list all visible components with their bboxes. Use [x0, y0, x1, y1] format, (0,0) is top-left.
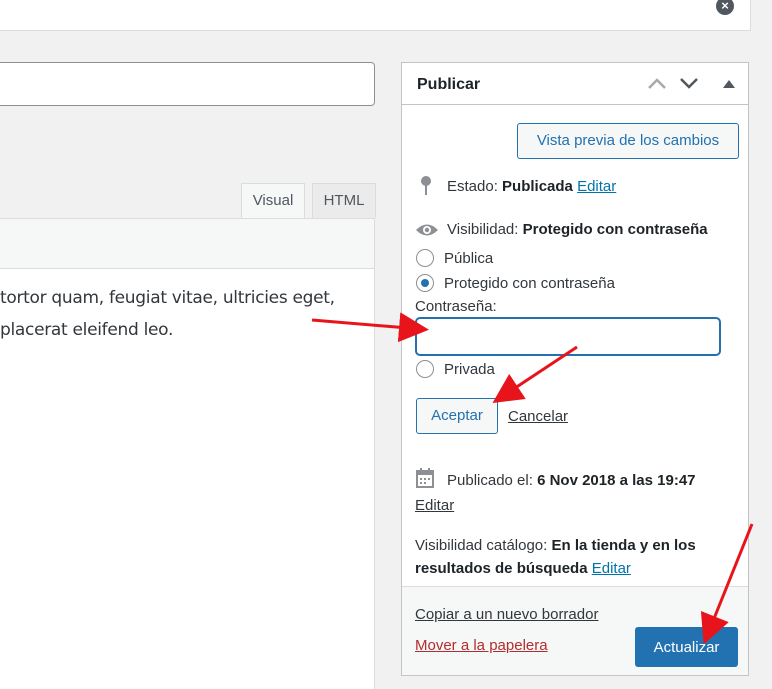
- radio-password-label[interactable]: Protegido con contraseña: [444, 275, 615, 292]
- editor-text-line: tortor quam, feugiat vitae, ultricies eg…: [0, 288, 335, 308]
- chevron-down-icon[interactable]: [679, 76, 699, 90]
- published-row: Publicado el: 6 Nov 2018 a las 19:47: [447, 472, 696, 489]
- cancel-link[interactable]: Cancelar: [508, 408, 568, 425]
- published-label: Publicado el:: [447, 472, 533, 489]
- copy-draft-link[interactable]: Copiar a un nuevo borrador: [415, 606, 598, 623]
- catalog-label: Visibilidad catálogo:: [415, 537, 548, 554]
- update-button[interactable]: Actualizar: [635, 627, 738, 667]
- published-edit-link[interactable]: Editar: [415, 497, 454, 514]
- status-label: Estado:: [447, 178, 498, 195]
- close-icon[interactable]: ×: [716, 0, 734, 15]
- visibility-row: Visibilidad: Protegido con contraseña: [447, 221, 708, 238]
- calendar-icon: [416, 468, 434, 488]
- pin-icon: [421, 176, 431, 195]
- publish-header: Publicar: [402, 63, 748, 105]
- collapse-toggle-icon[interactable]: [723, 79, 735, 88]
- radio-public[interactable]: [416, 249, 434, 267]
- visibility-label: Visibilidad:: [447, 221, 519, 238]
- accept-button[interactable]: Aceptar: [416, 398, 498, 434]
- password-input[interactable]: [416, 318, 720, 355]
- published-value: 6 Nov 2018 a las 19:47: [537, 472, 696, 489]
- top-notice-box: ×: [0, 0, 751, 31]
- publish-title: Publicar: [417, 76, 481, 93]
- preview-changes-button[interactable]: Vista previa de los cambios: [517, 123, 739, 159]
- catalog-value-line2: resultados de búsqueda: [415, 560, 588, 577]
- tab-html[interactable]: HTML: [312, 183, 376, 218]
- editor-text-line: placerat eleifend leo.: [0, 320, 174, 340]
- radio-password[interactable]: [416, 274, 434, 292]
- move-to-trash-link[interactable]: Mover a la papelera: [415, 637, 548, 654]
- title-input[interactable]: [0, 62, 375, 106]
- status-row: Estado: Publicada Editar: [447, 178, 616, 195]
- password-label: Contraseña:: [415, 298, 497, 315]
- status-value: Publicada: [502, 178, 573, 195]
- status-edit-link[interactable]: Editar: [577, 178, 616, 195]
- catalog-edit-link[interactable]: Editar: [592, 560, 631, 577]
- chevron-up-icon[interactable]: [647, 76, 667, 90]
- editor-toolbar: [0, 218, 375, 269]
- eye-icon: [416, 224, 438, 236]
- catalog-value-line1: En la tienda y en los: [551, 537, 696, 554]
- publish-footer: Copiar a un nuevo borrador Mover a la pa…: [402, 586, 748, 675]
- tab-visual[interactable]: Visual: [241, 183, 305, 218]
- catalog-row-line1: Visibilidad catálogo: En la tienda y en …: [415, 537, 696, 554]
- editor-content[interactable]: tortor quam, feugiat vitae, ultricies eg…: [0, 269, 375, 689]
- visibility-value: Protegido con contraseña: [522, 221, 708, 238]
- catalog-row-line2: resultados de búsqueda Editar: [415, 560, 631, 577]
- radio-private-label[interactable]: Privada: [444, 361, 495, 378]
- radio-private[interactable]: [416, 360, 434, 378]
- publish-box: Publicar Vista previa de los cambios Est…: [401, 62, 749, 676]
- radio-public-label[interactable]: Pública: [444, 250, 493, 267]
